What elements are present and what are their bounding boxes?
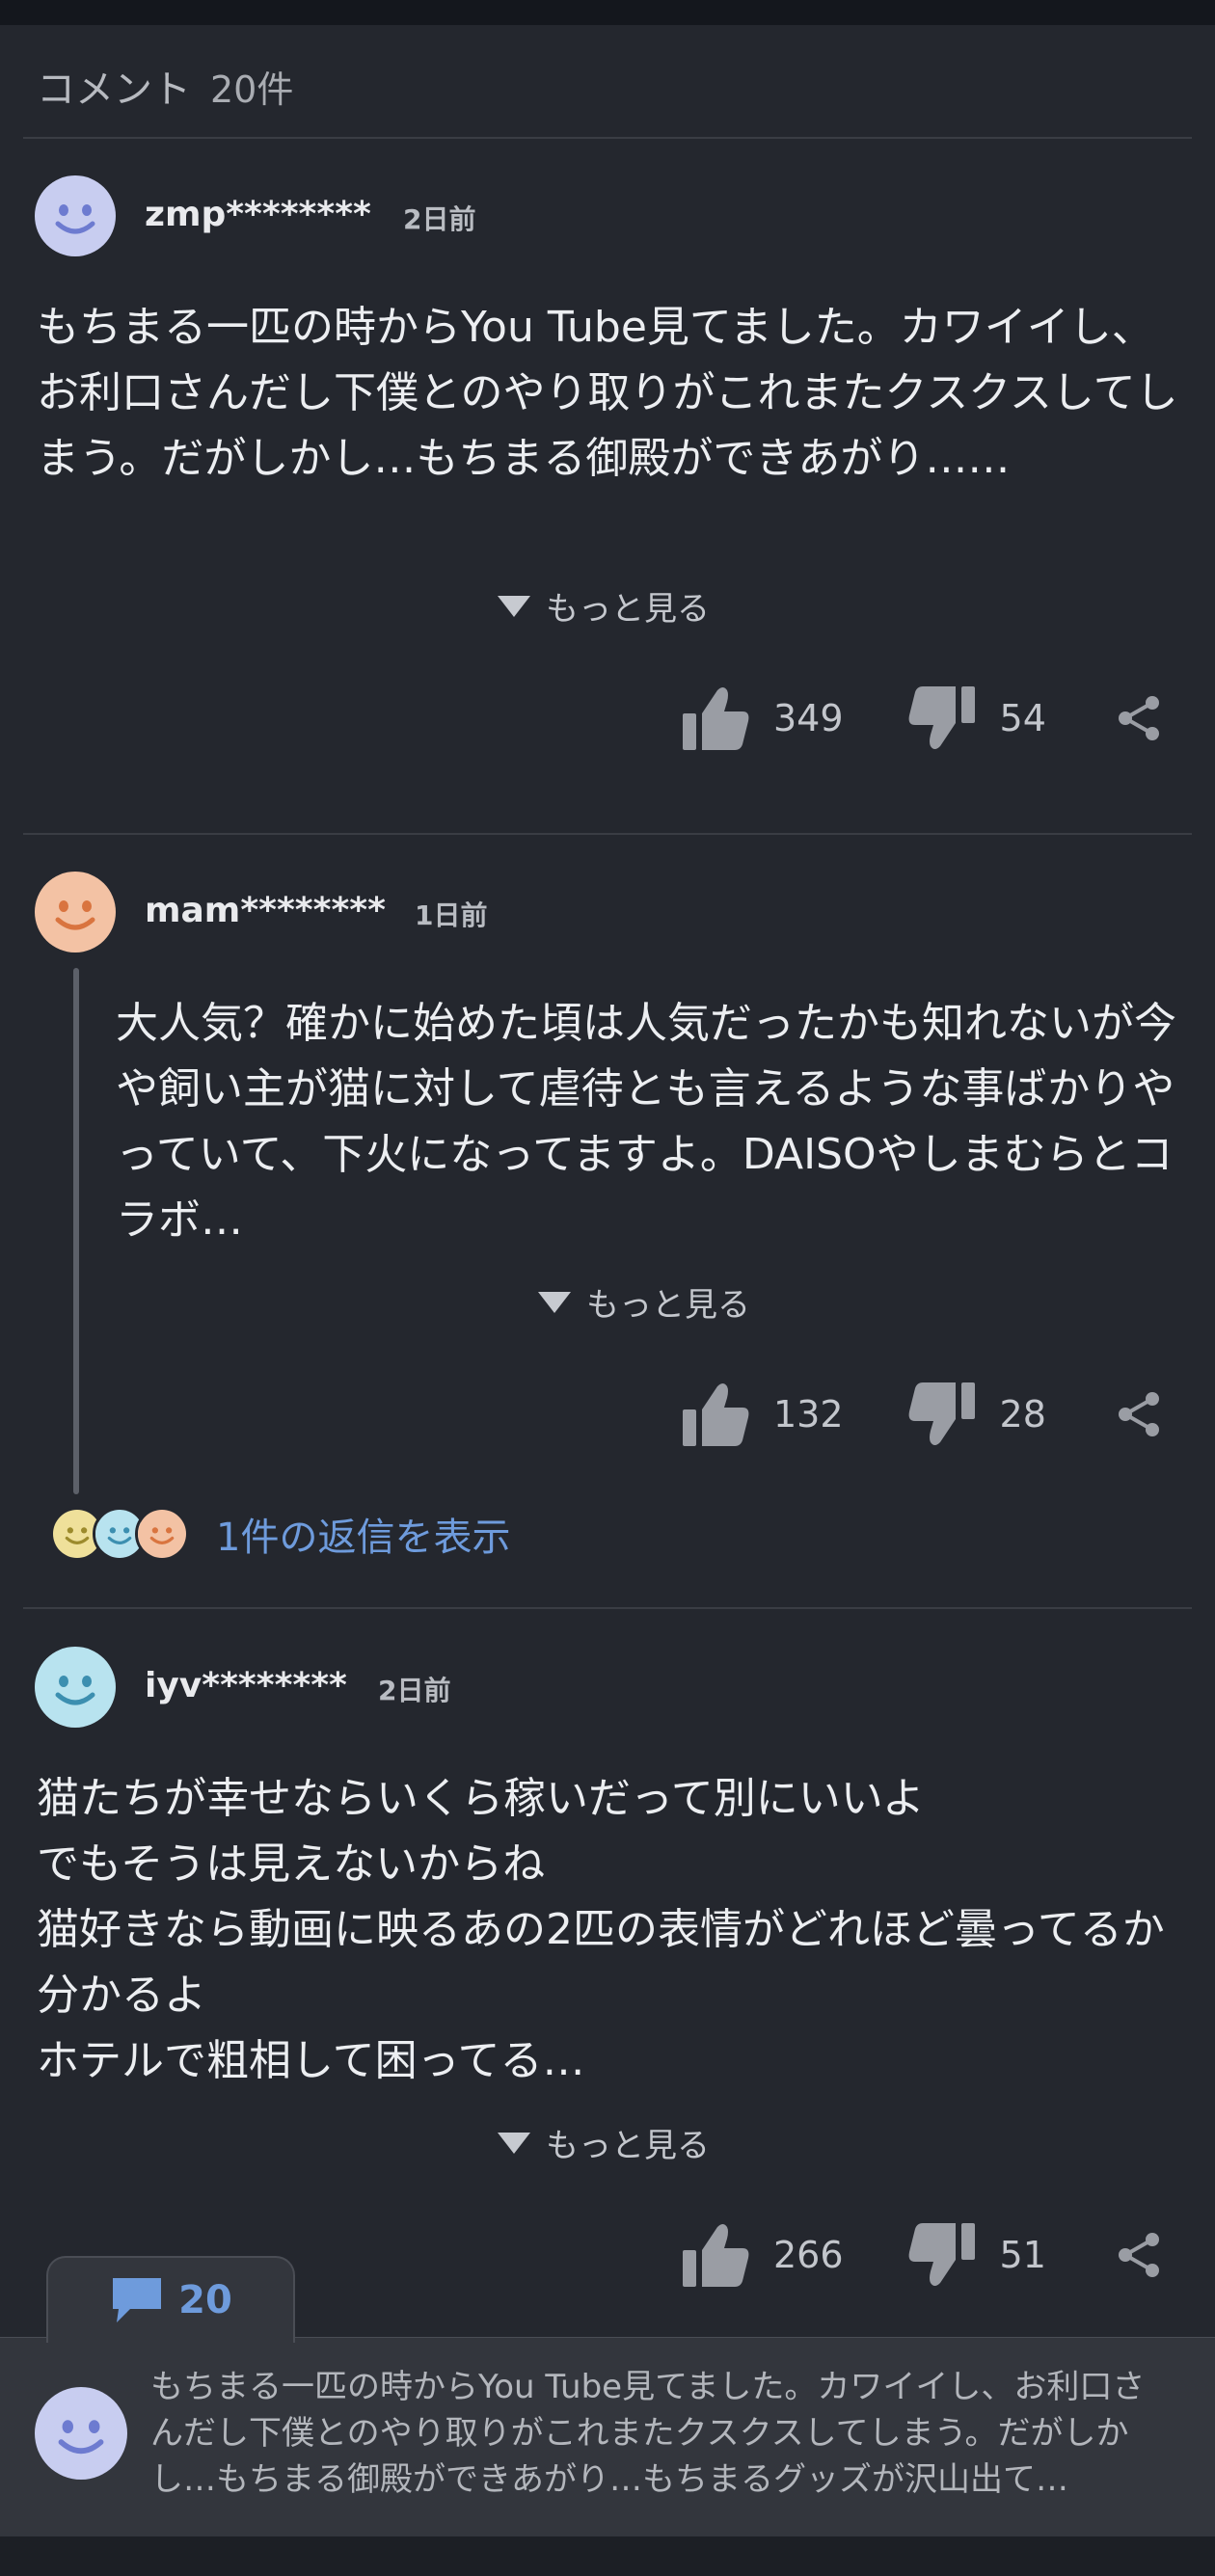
- comment-text: 大人気？確かに始めた頃は人気だったかも知れないが今や飼い主が猫に対して虐待とも言…: [116, 999, 1176, 1245]
- username[interactable]: zmp********: [145, 195, 371, 234]
- thread-line: [73, 968, 79, 1494]
- avatar[interactable]: [35, 1647, 116, 1728]
- navigation-bar: [0, 2536, 1215, 2576]
- smiley-avatar-icon: [35, 1647, 116, 1728]
- like-count: 266: [773, 2234, 844, 2276]
- thumbs-up-icon: [683, 687, 749, 750]
- status-bar: [0, 0, 1215, 25]
- comment-count-tab[interactable]: 20: [46, 2256, 295, 2343]
- reply-avatar: [135, 1507, 189, 1561]
- triangle-down-icon: [498, 2132, 530, 2154]
- thumbs-down-icon: [908, 686, 975, 749]
- avatar[interactable]: [35, 175, 116, 256]
- dislike-count: 54: [999, 697, 1046, 739]
- timestamp: 2日前: [378, 1675, 451, 1706]
- like-button[interactable]: 349: [681, 684, 844, 752]
- dislike-count: 28: [999, 1393, 1046, 1436]
- comment-actions: 266 51: [681, 2221, 1162, 2289]
- like-count: 132: [773, 1393, 844, 1436]
- thumbs-down-icon: [908, 1382, 975, 1445]
- share-button[interactable]: [1116, 695, 1162, 741]
- username[interactable]: mam********: [145, 891, 386, 930]
- comment-actions: 349 54: [681, 684, 1162, 752]
- show-replies-label: 1件の返信を表示: [216, 1516, 511, 1560]
- timestamp: 2日前: [403, 203, 476, 235]
- username[interactable]: iyv********: [145, 1666, 347, 1705]
- share-button[interactable]: [1116, 2232, 1162, 2278]
- smiley-avatar-icon: [35, 175, 116, 256]
- like-button[interactable]: 132: [681, 1381, 844, 1448]
- smiley-avatar-icon: [35, 2387, 127, 2480]
- show-more-button[interactable]: もっと見る: [498, 2119, 710, 2166]
- share-button[interactable]: [1116, 1391, 1162, 1437]
- avatar[interactable]: [35, 872, 116, 953]
- share-icon: [1118, 2233, 1159, 2277]
- triangle-down-icon: [498, 595, 530, 617]
- timestamp: 1日前: [415, 899, 488, 931]
- dislike-button[interactable]: 54: [907, 684, 1046, 752]
- comment-actions: 132 28: [681, 1381, 1162, 1448]
- share-icon: [1118, 696, 1159, 740]
- dislike-count: 51: [999, 2234, 1046, 2276]
- comments-header: コメント 20件: [37, 58, 293, 114]
- divider: [23, 137, 1192, 139]
- chat-bubble-icon: [113, 2278, 162, 2322]
- show-more-button[interactable]: もっと見る: [538, 1278, 750, 1326]
- like-button[interactable]: 266: [681, 2221, 844, 2289]
- divider: [23, 1607, 1192, 1609]
- show-replies-button[interactable]: 1件の返信を表示: [50, 1506, 510, 1562]
- share-icon: [1118, 1392, 1159, 1436]
- thumbs-down-icon: [908, 2223, 975, 2286]
- comment-count-label: 20: [178, 2278, 232, 2322]
- smiley-avatar-icon: [35, 872, 116, 953]
- dislike-button[interactable]: 28: [907, 1381, 1046, 1448]
- current-user-avatar: [35, 2387, 127, 2480]
- thumbs-up-icon: [683, 2224, 749, 2287]
- comment-preview-text[interactable]: もちまる一匹の時からYou Tube見てました。カワイイし、お利口さんだし下僕と…: [150, 2364, 1173, 2503]
- thumbs-up-icon: [683, 1383, 749, 1446]
- show-more-label: もっと見る: [546, 590, 710, 629]
- divider: [23, 833, 1192, 835]
- comment-text: もちまる一匹の時からYou Tube見てました。カワイイし、お利口さんだし下僕と…: [37, 303, 1178, 483]
- like-count: 349: [773, 697, 844, 739]
- smiley-avatar-icon: [138, 1510, 186, 1558]
- show-more-label: もっと見る: [546, 2127, 710, 2165]
- dislike-button[interactable]: 51: [907, 2221, 1046, 2289]
- triangle-down-icon: [538, 1291, 571, 1313]
- show-more-label: もっと見る: [586, 1286, 750, 1325]
- comment-text: 猫たちが幸せならいくら稼いだって別にいいよ でもそうは見えないからね 猫好きなら…: [37, 1774, 1165, 2085]
- comments-title: コメント: [37, 67, 191, 112]
- show-more-button[interactable]: もっと見る: [498, 582, 710, 630]
- comments-count: 20件: [210, 68, 294, 111]
